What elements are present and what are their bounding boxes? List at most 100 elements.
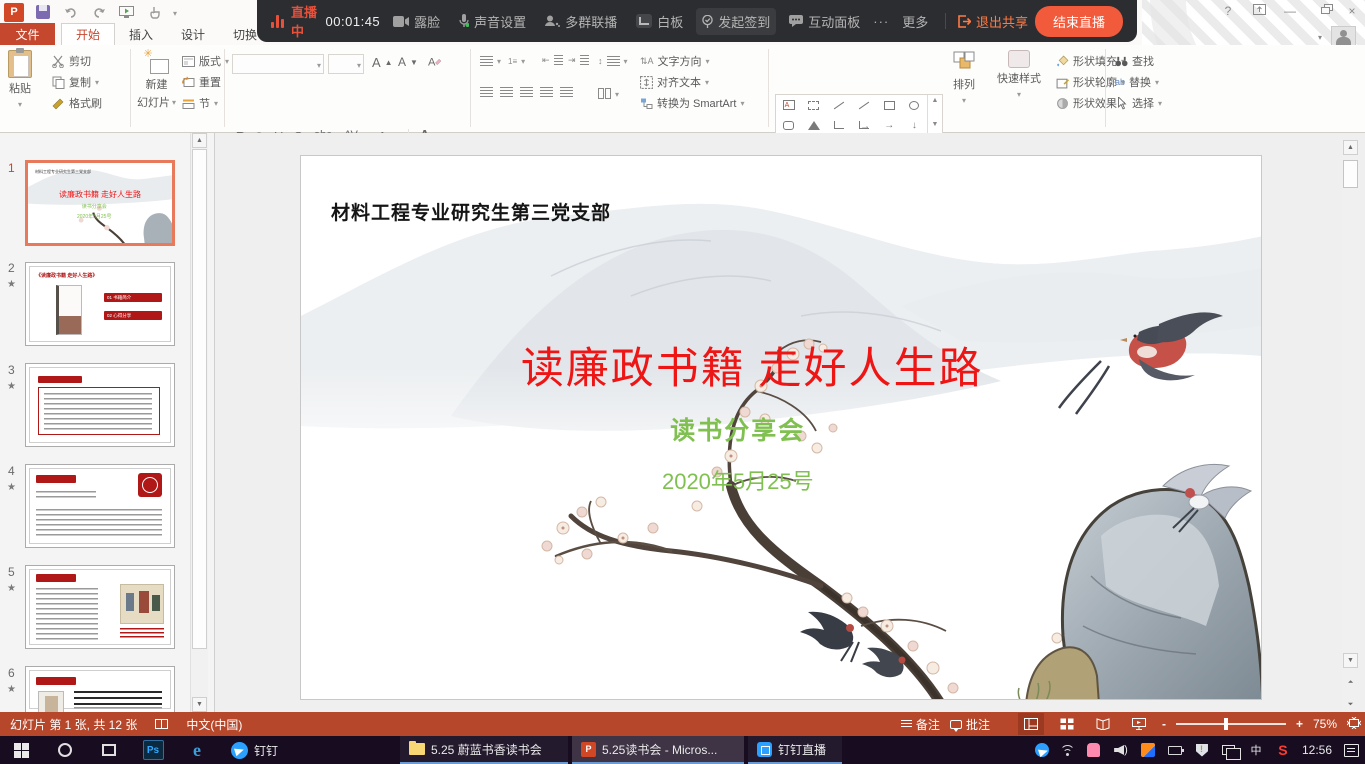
fit-to-window-button[interactable] (1347, 717, 1361, 732)
numbering-button[interactable]: 1≡ (508, 55, 525, 67)
dingtalk-pinned-button[interactable]: 钉钉 (222, 736, 304, 764)
display-duplicate-icon[interactable] (1221, 742, 1237, 758)
show-face-button[interactable]: 露脸 (387, 8, 446, 35)
ellipsis-icon[interactable] (873, 14, 889, 29)
zoom-knob[interactable] (1224, 718, 1228, 730)
scroll-up-icon[interactable]: ▲ (1343, 140, 1358, 155)
align-left-button[interactable] (480, 87, 493, 98)
tab-design[interactable]: 设计 (167, 23, 219, 45)
thumbnail-slide-4[interactable] (25, 464, 175, 548)
thumbnail-slide-3[interactable] (25, 363, 175, 447)
scroll-down-icon[interactable]: ▼ (1343, 653, 1358, 668)
layout-button[interactable]: 版式 (182, 53, 229, 69)
task-powerpoint-button[interactable]: P5.25读书会 - Micros... (572, 736, 744, 764)
find-button[interactable]: 查找 (1115, 53, 1154, 69)
select-button[interactable]: 选择 (1115, 95, 1162, 111)
thumb-scroll-thumb[interactable] (192, 149, 207, 649)
clear-formatting-button[interactable]: A (428, 55, 441, 68)
security-shield-icon[interactable] (1194, 742, 1210, 758)
view-slideshow-button[interactable] (1126, 713, 1152, 735)
task-folder-button[interactable]: 5.25 蔚蓝书香读书会 (400, 736, 568, 764)
section-button[interactable]: 节 (182, 95, 218, 111)
grow-font-button[interactable]: A▲ (372, 55, 393, 70)
start-button[interactable] (0, 736, 42, 764)
save-icon[interactable] (33, 3, 52, 22)
end-live-button[interactable]: 结束直播 (1035, 6, 1123, 37)
ribbon-display-options-icon[interactable] (1250, 4, 1268, 18)
zoom-in-button[interactable]: + (1296, 717, 1303, 731)
more-button[interactable]: 更多 (896, 8, 934, 35)
sogou-icon[interactable]: S (1275, 742, 1291, 758)
start-from-beginning-icon[interactable] (117, 3, 136, 22)
thumbnail-slide-5[interactable] (25, 565, 175, 649)
tab-file[interactable]: 文件 (0, 23, 55, 45)
powerpoint-logo-icon[interactable]: P (4, 3, 24, 22)
wifi-icon[interactable] (1061, 745, 1075, 756)
language-label[interactable]: 中文(中国) (186, 716, 242, 733)
tab-home[interactable]: 开始 (61, 23, 115, 45)
help-icon[interactable]: ? (1219, 4, 1237, 18)
notes-button[interactable]: 备注 (901, 716, 940, 733)
tray-app-icon[interactable] (1086, 742, 1102, 758)
decrease-indent-button[interactable]: ⇤ (542, 55, 563, 66)
main-vertical-scrollbar[interactable]: ▲ ▼ ⏶ ⏷ (1342, 140, 1360, 712)
copy-button[interactable]: 复制 (52, 74, 99, 90)
align-right-button[interactable] (520, 87, 533, 98)
multi-group-broadcast-button[interactable]: 多群联播 (539, 8, 623, 35)
line-spacing-button[interactable]: ↕ (598, 55, 628, 67)
paste-button[interactable]: 粘贴 (8, 50, 32, 110)
touch-mode-icon[interactable] (145, 3, 164, 22)
view-normal-button[interactable] (1018, 713, 1044, 735)
zoom-out-button[interactable]: - (1162, 717, 1166, 731)
ime-chinese-indicator[interactable]: 中 (1248, 742, 1264, 758)
thumb-scroll-up-icon[interactable]: ▲ (192, 133, 207, 148)
spellcheck-icon[interactable] (155, 719, 168, 729)
bullets-button[interactable] (480, 55, 501, 67)
exit-share-button[interactable]: 退出共享 (957, 12, 1028, 31)
font-name-combo[interactable] (232, 54, 324, 74)
new-slide-button[interactable]: 新建 幻灯片 (137, 50, 176, 110)
cut-button[interactable]: 剪切 (52, 53, 91, 69)
reset-button[interactable]: 重置 (182, 74, 221, 90)
slide-editor-area[interactable]: 材料工程专业研究生第三党支部 读廉政书籍 走好人生路 读书分享会 2020年5月… (215, 133, 1365, 712)
text-direction-button[interactable]: ⇅A文字方向 (640, 53, 710, 69)
restore-icon[interactable] (1312, 4, 1330, 18)
format-painter-button[interactable]: 格式刷 (52, 95, 102, 111)
volume-icon[interactable]: ) (1113, 742, 1129, 758)
thumbnail-slide-1[interactable]: 材料工程专业研究生第三党支部 读廉政书籍 走好人生路 读书分享会 2020年5月… (25, 160, 175, 246)
edge-button[interactable]: e (176, 736, 218, 764)
columns-button[interactable] (598, 87, 619, 100)
tray-dingtalk-icon[interactable] (1034, 742, 1050, 758)
tray-update-icon[interactable] (1140, 742, 1156, 758)
redo-icon[interactable] (89, 3, 108, 22)
interaction-panel-button[interactable]: 互动面板 (783, 8, 866, 35)
justify-button[interactable] (540, 87, 553, 98)
action-center-icon[interactable] (1343, 742, 1359, 758)
zoom-percent[interactable]: 75% (1313, 717, 1337, 731)
photoshop-button[interactable]: Ps (132, 736, 174, 764)
thumb-scroll-down-icon[interactable]: ▼ (192, 697, 207, 712)
view-slide-sorter-button[interactable] (1054, 713, 1080, 735)
audio-settings-button[interactable]: 声音设置 (453, 8, 532, 35)
cortana-button[interactable] (44, 736, 86, 764)
comments-button[interactable]: 批注 (950, 716, 990, 733)
undo-icon[interactable] (61, 3, 80, 22)
minimize-icon[interactable]: — (1281, 4, 1299, 18)
distribute-button[interactable] (560, 87, 573, 98)
qat-customize-icon[interactable] (173, 5, 177, 19)
thumbnail-scrollbar[interactable]: ▲ ▼ (190, 133, 208, 712)
task-dingtalk-live-button[interactable]: 钉钉直播 (748, 736, 842, 764)
replace-button[interactable]: ab 替换 (1115, 74, 1159, 90)
start-checkin-button[interactable]: 发起签到 (696, 8, 776, 35)
font-size-combo[interactable] (328, 54, 364, 74)
task-view-button[interactable] (88, 736, 130, 764)
clock[interactable]: 12:56 (1302, 743, 1332, 757)
quick-styles-button[interactable]: 快速样式 (997, 50, 1041, 100)
power-icon[interactable] (1167, 742, 1183, 758)
thumbnail-slide-2[interactable]: 《读廉政书籍 走好人生路》 01 书籍简介 02 心得分享 (25, 262, 175, 346)
arrange-button[interactable]: 排列 (952, 50, 976, 106)
shrink-font-button[interactable]: A▼ (398, 55, 418, 69)
tab-insert[interactable]: 插入 (115, 23, 167, 45)
next-slide-icon[interactable]: ⏷ (1343, 697, 1358, 712)
previous-slide-icon[interactable]: ⏶ (1343, 675, 1358, 690)
